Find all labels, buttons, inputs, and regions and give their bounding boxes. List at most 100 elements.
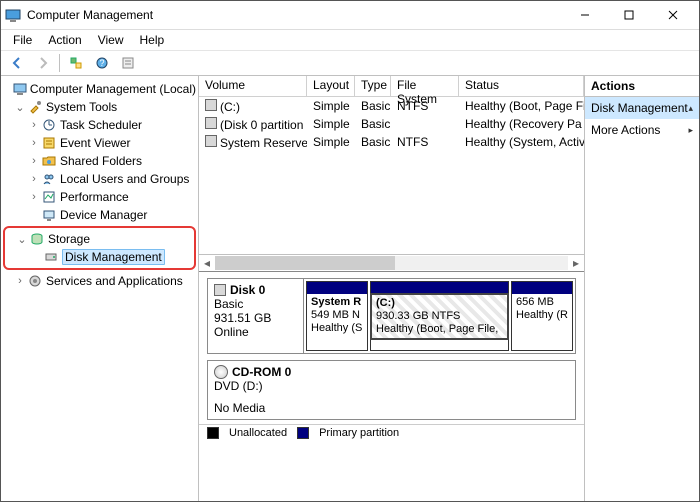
menu-help[interactable]: Help [134, 31, 171, 49]
collapse-icon[interactable]: ⌄ [15, 233, 29, 246]
cell-status: Healthy (Recovery Pa [459, 117, 584, 131]
tree-shared-folders-label: Shared Folders [60, 154, 142, 168]
folder-shared-icon [41, 153, 57, 169]
nav-tree[interactable]: Computer Management (Local) ⌄ System Too… [1, 76, 199, 501]
legend-swatch-primary [297, 427, 309, 439]
toolbar-separator [59, 54, 60, 72]
disk-info: Disk 0 Basic 931.51 GB Online [208, 279, 304, 353]
partition-size: 549 MB N [311, 309, 363, 322]
highlight-annotation: ⌄ Storage Disk Management [3, 226, 196, 270]
volume-icon [205, 99, 217, 111]
help-toolbar-button[interactable]: ? [90, 52, 114, 74]
tree-performance[interactable]: › Performance [3, 188, 196, 206]
tree-services-apps[interactable]: › Services and Applications [3, 272, 196, 290]
disk-icon [43, 249, 59, 265]
table-body: (C:) Simple Basic NTFS Healthy (Boot, Pa… [199, 97, 584, 254]
disk-size: 931.51 GB [214, 311, 297, 325]
refresh-button[interactable] [64, 52, 88, 74]
cell-volume: System Reserved [220, 136, 307, 150]
col-layout[interactable]: Layout [307, 76, 355, 96]
cdrom-icon [214, 365, 228, 379]
tree-local-users-label: Local Users and Groups [60, 172, 189, 186]
horizontal-scrollbar[interactable]: ◂ ▸ [199, 254, 584, 271]
col-type[interactable]: Type [355, 76, 391, 96]
performance-icon [41, 189, 57, 205]
partition-name: System R [311, 296, 363, 309]
expand-icon[interactable]: › [27, 173, 41, 185]
tree-storage[interactable]: ⌄ Storage [5, 230, 190, 248]
cell-fs: NTFS [391, 99, 459, 113]
expand-icon[interactable]: › [27, 191, 41, 203]
expand-icon[interactable]: › [13, 275, 27, 287]
col-status[interactable]: Status [459, 76, 584, 96]
scroll-thumb[interactable] [215, 256, 395, 270]
maximize-button[interactable] [607, 1, 651, 29]
tree-device-manager[interactable]: Device Manager [3, 206, 196, 224]
scroll-track[interactable] [215, 256, 568, 270]
users-icon [41, 171, 57, 187]
volume-icon [205, 135, 217, 147]
col-filesystem[interactable]: File System [391, 76, 459, 96]
tree-root[interactable]: Computer Management (Local) [3, 80, 196, 98]
close-button[interactable] [651, 1, 695, 29]
menu-file[interactable]: File [7, 31, 38, 49]
menu-view[interactable]: View [92, 31, 130, 49]
collapse-icon[interactable]: ⌄ [13, 101, 27, 114]
actions-more-label: More Actions [591, 123, 660, 137]
partition-bar [307, 282, 367, 294]
tree-system-tools[interactable]: ⌄ System Tools [3, 98, 196, 116]
expand-icon[interactable]: › [27, 155, 41, 167]
disk-row[interactable]: Disk 0 Basic 931.51 GB Online System R 5… [207, 278, 576, 354]
cell-type: Basic [355, 117, 391, 131]
back-button[interactable] [5, 52, 29, 74]
partition-recovery[interactable]: 656 MB Healthy (R [511, 281, 573, 351]
tree-event-viewer-label: Event Viewer [60, 136, 130, 150]
expand-icon[interactable]: › [27, 119, 41, 131]
tree-event-viewer[interactable]: › Event Viewer [3, 134, 196, 152]
col-volume[interactable]: Volume [199, 76, 307, 96]
scroll-left-button[interactable]: ◂ [199, 256, 215, 270]
tree-local-users[interactable]: › Local Users and Groups [3, 170, 196, 188]
partition-c[interactable]: (C:) 930.33 GB NTFS Healthy (Boot, Page … [370, 281, 509, 351]
tree-system-tools-label: System Tools [46, 100, 117, 114]
tree-shared-folders[interactable]: › Shared Folders [3, 152, 196, 170]
cdrom-letter: DVD (D:) [214, 379, 569, 393]
scroll-right-button[interactable]: ▸ [568, 256, 584, 270]
partition-size: 930.33 GB NTFS [376, 310, 503, 323]
menu-action[interactable]: Action [42, 31, 87, 49]
tree-disk-management[interactable]: Disk Management [5, 248, 190, 266]
cell-layout: Simple [307, 135, 355, 149]
volume-table[interactable]: Volume Layout Type File System Status (C… [199, 76, 584, 271]
actions-disk-management[interactable]: Disk Management ▴ [585, 97, 699, 119]
table-row[interactable]: (Disk 0 partition 3) Simple Basic Health… [199, 115, 584, 133]
computer-management-window: Computer Management File Action View Hel… [0, 0, 700, 502]
cell-status: Healthy (System, Activ [459, 135, 584, 149]
cell-type: Basic [355, 135, 391, 149]
center-panel: Volume Layout Type File System Status (C… [199, 76, 585, 501]
actions-panel: Actions Disk Management ▴ More Actions ▸ [585, 76, 699, 501]
partition-system-reserved[interactable]: System R 549 MB N Healthy (S [306, 281, 368, 351]
tools-icon [27, 99, 43, 115]
partition-bar [512, 282, 572, 294]
cell-status: Healthy (Boot, Page Fi [459, 99, 584, 113]
disk-state: Online [214, 325, 297, 339]
disk-title: Disk 0 [230, 283, 265, 297]
minimize-button[interactable] [563, 1, 607, 29]
tree-disk-management-label: Disk Management [62, 249, 165, 265]
storage-icon [29, 231, 45, 247]
expand-icon[interactable]: › [27, 137, 41, 149]
actions-more[interactable]: More Actions ▸ [585, 119, 699, 141]
forward-button[interactable] [31, 52, 55, 74]
up-icon: ▴ [688, 103, 693, 114]
table-row[interactable]: (C:) Simple Basic NTFS Healthy (Boot, Pa… [199, 97, 584, 115]
computer-icon [13, 81, 27, 97]
legend-primary: Primary partition [319, 427, 399, 439]
properties-button[interactable] [116, 52, 140, 74]
services-icon [27, 273, 43, 289]
disk-map: Disk 0 Basic 931.51 GB Online System R 5… [199, 271, 584, 501]
svg-text:?: ? [99, 58, 104, 68]
tree-task-scheduler[interactable]: › Task Scheduler [3, 116, 196, 134]
table-row[interactable]: System Reserved Simple Basic NTFS Health… [199, 133, 584, 151]
clock-icon [41, 117, 57, 133]
cdrom-row[interactable]: CD-ROM 0 DVD (D:) No Media [207, 360, 576, 420]
